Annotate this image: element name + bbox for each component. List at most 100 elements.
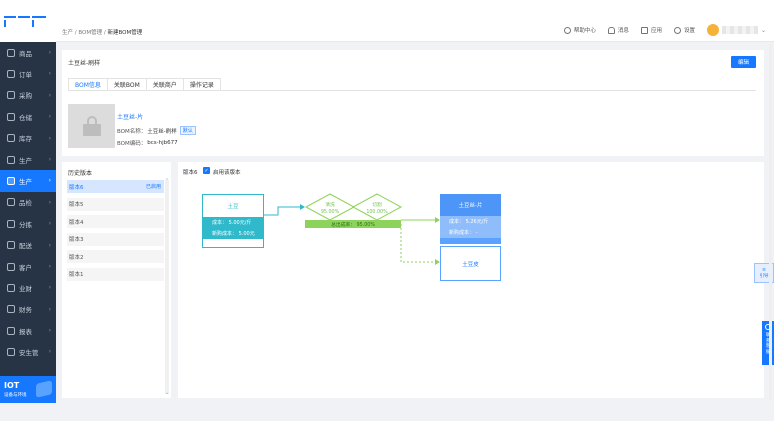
sidebar-item-label: 生产 <box>19 178 32 187</box>
chevron-right-icon: › <box>48 155 51 163</box>
top-header: 生产 / BOM管理 / 新建BOM管理 帮助中心 消息 应用 设置 ⌄ <box>56 0 774 42</box>
chevron-down-icon[interactable]: ⌄ <box>165 390 169 396</box>
iot-entry[interactable]: IOT 设备与环境 <box>0 376 56 403</box>
sidebar-item[interactable]: 生产 › <box>0 149 56 170</box>
breadcrumb-item[interactable]: 生产 <box>62 30 73 36</box>
guide-label: 引导 <box>759 273 769 279</box>
sidebar-item[interactable]: 财务 › <box>0 299 56 320</box>
user-name-blurred[interactable] <box>721 26 758 34</box>
history-version-label: 版本3 <box>69 237 84 243</box>
nav-icon <box>7 70 15 79</box>
sidebar-item[interactable]: 安生管 › <box>0 341 56 362</box>
sidebar-item-label: 采购 <box>19 92 32 101</box>
history-version-item[interactable]: 版本4 <box>67 215 164 228</box>
history-version-label: 版本2 <box>69 254 84 261</box>
arrow-head-icon <box>300 204 305 210</box>
sidebar-item[interactable]: 业财 › <box>0 277 56 298</box>
apps-button[interactable]: 应用 <box>640 26 662 34</box>
chevron-right-icon: › <box>48 49 51 56</box>
sidebar-item[interactable]: 库存 › <box>0 128 56 149</box>
status-badge: 已启用 <box>145 184 161 190</box>
sidebar-item[interactable]: 客户 › <box>0 256 56 277</box>
sidebar-item[interactable]: 采购 › <box>0 85 56 106</box>
sidebar-item-label: 安生管 <box>19 349 39 358</box>
app-root: 商品 › 订单 › 采购 › 仓储 › 库存 › 生产 › 生产 › 品检 › 分拣 › 配送 › 客户 › 业财 › 财务 › 报… <box>0 0 774 421</box>
source-cost: 成本： 5.00元/斤 <box>203 217 263 228</box>
history-version-item[interactable]: 版本3 <box>67 232 164 246</box>
output-cost: 成本： 5.26元/斤 <box>440 216 501 227</box>
sidebar-item[interactable]: 商品 › <box>0 42 56 63</box>
bom-name-value: 土豆丝-刷样 <box>147 128 177 135</box>
tabs-divider <box>68 90 756 91</box>
app-icon <box>640 26 648 34</box>
bom-name-row: BOM名称： 土豆丝-刷样 默认 <box>117 126 196 135</box>
history-scrollbar[interactable]: ⌃ ⌄ <box>165 178 169 396</box>
step-clean-name: 清洗 <box>325 203 335 208</box>
product-image <box>68 104 115 148</box>
source-node[interactable]: 土豆 成本： 5.00元/斤 新购成本： 5.00元 <box>202 194 264 248</box>
sidebar-item-label: 生产 <box>19 156 32 165</box>
nav-icon <box>7 305 15 314</box>
chevron-right-icon: › <box>48 198 51 206</box>
step-cut-label: 切割 100.00% <box>358 202 396 216</box>
page-scrollbar[interactable] <box>769 44 772 400</box>
history-version-label: 版本1 <box>69 272 84 278</box>
sidebar-item-label: 财务 <box>19 306 32 315</box>
history-version-item[interactable]: 版本1 <box>67 267 164 281</box>
header-tools: 帮助中心 消息 应用 设置 ⌄ <box>552 24 766 36</box>
chevron-right-icon: › <box>48 305 51 313</box>
chevron-down-icon[interactable]: ⌄ <box>761 27 766 34</box>
nav-icon <box>7 219 15 228</box>
brand-logo-icon <box>4 16 46 27</box>
nav-icon <box>7 134 15 143</box>
nav-icon <box>7 348 15 357</box>
byproduct-node[interactable]: 土豆皮 <box>440 246 501 281</box>
sidebar-item-label: 仓储 <box>19 113 32 122</box>
chevron-right-icon: › <box>48 262 51 270</box>
byproduct-title: 土豆皮 <box>462 261 479 268</box>
output-node[interactable]: 土豆丝-片 成本： 5.26元/斤 新购成本： - <box>440 194 501 244</box>
output-price: 新购成本： - <box>440 227 501 238</box>
sidebar-item-label: 分拣 <box>19 220 32 229</box>
bell-icon <box>607 26 615 34</box>
help-label: 帮助中心 <box>573 28 596 34</box>
sidebar-item[interactable]: 仓储 › <box>0 106 56 127</box>
nav-icon <box>7 241 15 250</box>
breadcrumb-item[interactable]: BOM管理 <box>78 30 102 36</box>
chevron-right-icon: › <box>48 327 51 335</box>
sidebar-item[interactable]: 配送 › <box>0 235 56 256</box>
history-version-label: 版本5 <box>69 202 84 208</box>
help-center-button[interactable]: 帮助中心 <box>563 26 596 34</box>
step-clean-label: 清洗 95.00% <box>311 202 349 216</box>
product-name-link[interactable]: 土豆丝-片 <box>117 112 143 121</box>
avatar[interactable] <box>706 24 719 36</box>
chevron-right-icon: › <box>48 91 51 99</box>
edit-button[interactable]: 编辑 <box>731 56 756 68</box>
history-title: 历史版本 <box>68 170 93 177</box>
chevron-up-icon[interactable]: ⌃ <box>165 178 169 184</box>
chevron-right-icon: › <box>48 134 51 142</box>
history-version-item[interactable]: 版本2 <box>67 250 164 263</box>
sidebar-item-label: 配送 <box>19 242 32 251</box>
connector-line <box>264 206 300 216</box>
sidebar-item[interactable]: 生产 › <box>0 170 56 192</box>
source-price: 新购成本： 5.00元 <box>203 228 263 239</box>
lock-icon <box>82 116 101 136</box>
bom-flow-panel: 版本6 ✓ 启用该版本 清洗 95.00% 切割 100.00% 总出成率： 9… <box>178 162 764 398</box>
settings-button[interactable]: 设置 <box>673 26 695 34</box>
messages-button[interactable]: 消息 <box>607 26 629 34</box>
source-title: 土豆 <box>227 204 239 210</box>
history-version-item[interactable]: 版本5 <box>67 197 164 211</box>
breadcrumb: 生产 / BOM管理 / 新建BOM管理 <box>62 28 142 36</box>
help-icon <box>563 26 571 34</box>
history-version-item[interactable]: 版本6 已启用 <box>67 180 164 193</box>
bom-header-card: 土豆丝-刷样 编辑 BOM信息 关联BOM 关联商户 操作记录 土豆丝-片 BO… <box>62 50 764 156</box>
chevron-right-icon: › <box>48 113 51 121</box>
contact-service-button[interactable]: 联 系 客 服 <box>762 321 774 365</box>
sidebar-item[interactable]: 报表 › <box>0 320 56 341</box>
bom-code-value: bcs-hjb677 <box>147 140 178 146</box>
chevron-right-icon: › <box>48 70 51 78</box>
sidebar-item[interactable]: 品检 › <box>0 192 56 213</box>
sidebar-item[interactable]: 订单 › <box>0 63 56 84</box>
sidebar-item[interactable]: 分拣 › <box>0 213 56 234</box>
